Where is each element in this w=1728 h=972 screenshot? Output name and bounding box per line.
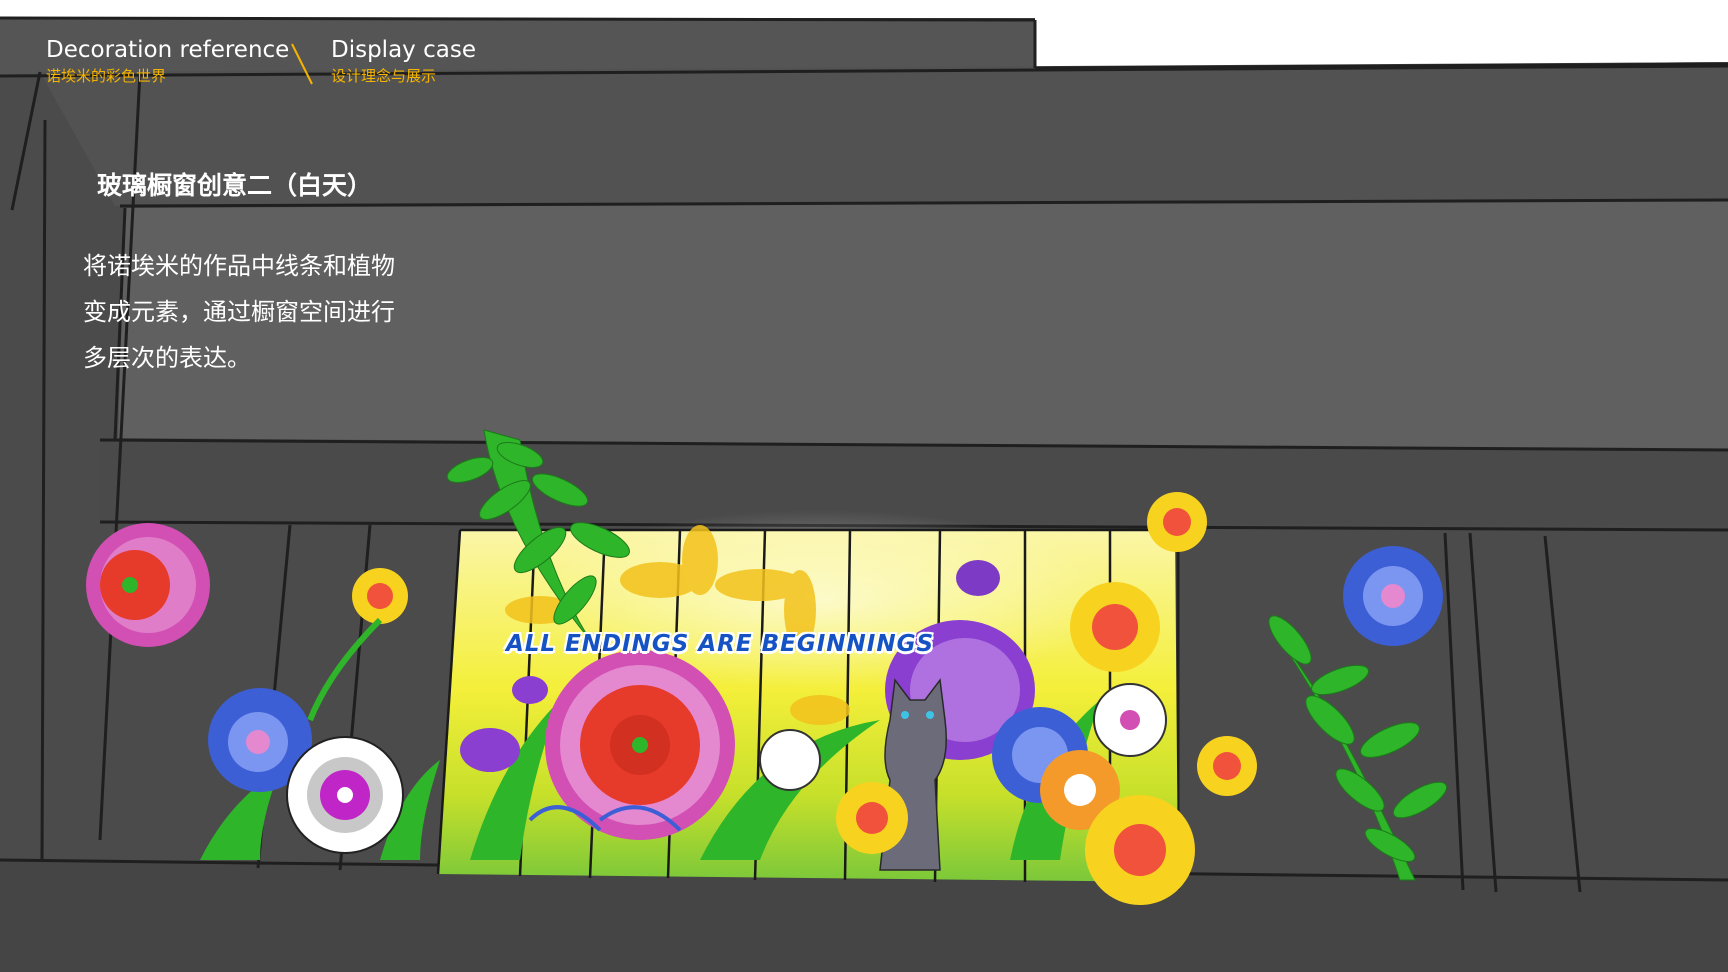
- window-slogan-text: ALL ENDINGS ARE BEGINNINGS: [505, 631, 935, 657]
- body-text: 将诺埃米的作品中线条和植物 变成元素，通过橱窗空间进行 多层次的表达。: [83, 243, 395, 381]
- header-left-subtitle: 诺埃米的彩色世界: [46, 67, 167, 85]
- storefront-illustration: [0, 0, 1728, 972]
- header-right-title: Display case: [331, 37, 476, 63]
- section-title: 玻璃橱窗创意二（白天）: [97, 171, 373, 200]
- header-left-title: Decoration reference: [46, 37, 290, 63]
- pink-flower-left: [86, 523, 210, 647]
- window-slogan: ALL ENDINGS ARE BEGINNINGS: [506, 626, 933, 662]
- header-decoration-reference: Decoration reference 诺埃米的彩色世界: [46, 36, 289, 86]
- header-divider: [291, 43, 313, 85]
- body-line: 将诺埃米的作品中线条和植物: [83, 252, 395, 280]
- blue-flower-right: [1343, 546, 1443, 646]
- header-right-subtitle: 设计理念与展示: [331, 67, 437, 85]
- header-display-case: Display case 设计理念与展示: [331, 36, 476, 86]
- body-line: 变成元素，通过橱窗空间进行: [83, 298, 395, 326]
- body-line: 多层次的表达。: [83, 344, 251, 372]
